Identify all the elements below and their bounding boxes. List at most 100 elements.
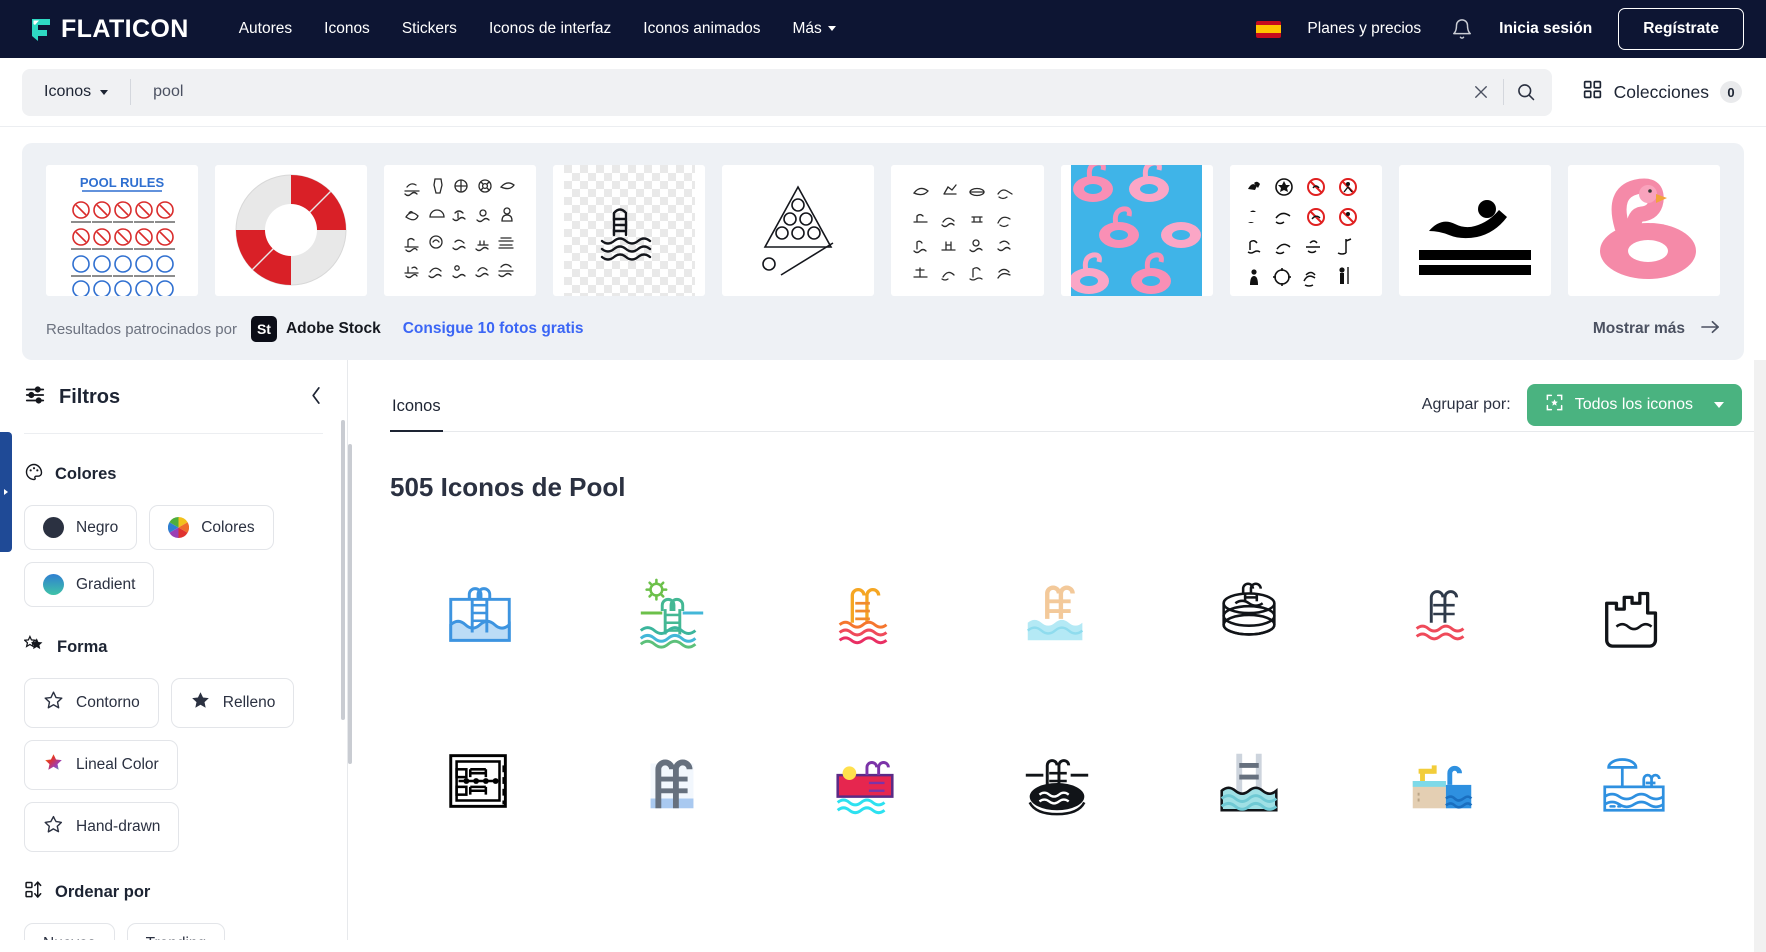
chip-hand-drawn[interactable]: Hand-drawn [24,802,180,852]
chevron-left-icon[interactable] [310,386,323,410]
collections-count-badge: 0 [1720,81,1742,103]
thumb-pool-signs[interactable] [1229,165,1382,296]
bell-icon[interactable] [1451,18,1473,40]
main-scrollbar[interactable] [348,444,352,764]
thumb-billiard-rack[interactable] [722,165,875,296]
adobe-stock-logo-icon: St [250,316,277,342]
nav-iconos-interfaz[interactable]: Iconos de interfaz [473,12,627,46]
chip-relleno[interactable]: Relleno [170,678,295,728]
chip-trending[interactable]: Trending [126,923,226,940]
show-more-button[interactable]: Mostrar más [1593,320,1720,339]
chip-colores-label: Colores [201,518,255,536]
collections-button[interactable]: Colecciones 0 [1582,79,1742,105]
icon-pool-black-oval[interactable] [961,697,1153,865]
icon-pool-chair-deck[interactable] [1345,697,1537,865]
search-type-dropdown[interactable]: Iconos [44,83,130,101]
gradient-circle-icon [43,574,64,595]
chevron-down-icon [827,26,836,32]
icon-pool-orange-waves[interactable] [769,529,961,697]
spain-flag-icon[interactable] [1256,20,1282,38]
thumb-pool-rules[interactable]: POOL RULES [46,165,199,296]
group-by-label: Agrupar por: [1421,396,1511,413]
chip-gradient-label: Gradient [76,575,136,593]
thumb-transparent-pool[interactable] [553,165,706,296]
results-main: Iconos Agrupar por: Todos los iconos 505… [348,360,1766,940]
sponsored-thumbnails: POOL RULES [46,165,1720,296]
thumb-flamingo-pattern[interactable] [1060,165,1213,296]
filter-group-ordenar-header: Ordenar por [24,880,323,905]
brand-logo[interactable]: FLATICON [26,15,189,44]
icon-pool-ladder-pink[interactable] [1345,529,1537,697]
group-by-dropdown[interactable]: Todos los iconos [1526,384,1742,426]
group-by-value: Todos los iconos [1574,396,1693,413]
chip-nuevos-label: Nuevos [43,935,96,940]
sponsored-footer: Resultados patrocinados por St Adobe Sto… [46,316,1720,348]
icon-pool-ladder-grey[interactable] [576,697,768,865]
filter-chips-colores: Negro Colores Gradient [24,505,323,607]
chip-lineal-color[interactable]: Lineal Color [24,740,178,790]
icon-pool-beige-ladder[interactable] [961,529,1153,697]
chevron-down-icon [1714,402,1724,408]
nav-mas[interactable]: Más [776,12,851,46]
nav-links: Autores Iconos Stickers Iconos de interf… [223,12,852,46]
clear-search-button[interactable] [1459,70,1503,114]
nav-iconos-animados[interactable]: Iconos animados [627,12,776,46]
page-scrollbar-track[interactable] [1754,360,1766,952]
chip-gradient[interactable]: Gradient [24,562,155,607]
nav-autores[interactable]: Autores [223,12,308,46]
sponsored-cta-link[interactable]: Consigue 10 fotos gratis [403,320,584,338]
chip-negro[interactable]: Negro [24,505,138,550]
filter-chips-ordenar: Nuevos Trending [24,923,323,940]
search-input[interactable] [131,83,1459,101]
thumb-beach-icons[interactable] [891,165,1044,296]
icon-pool-umbrella-blue[interactable] [1538,697,1730,865]
black-circle-icon [43,517,64,538]
thumb-pool-icon-set[interactable] [384,165,537,296]
chip-nuevos[interactable]: Nuevos [24,923,115,940]
chip-colores[interactable]: Colores [149,505,274,550]
chip-contorno[interactable]: Contorno [24,678,159,728]
filter-group-forma-title: Forma [57,638,108,656]
color-wheel-icon [168,517,190,538]
search-type-label: Iconos [44,83,92,100]
svg-text:POOL RULES: POOL RULES [80,175,165,190]
tab-iconos[interactable]: Iconos [390,397,443,432]
nav-stickers[interactable]: Stickers [386,12,473,46]
chip-relleno-label: Relleno [222,694,276,711]
icon-pool-plan-black[interactable] [384,697,576,865]
arrow-right-icon [1701,320,1720,339]
search-box: Iconos [22,68,1552,116]
signup-button[interactable]: Regístrate [1618,8,1744,50]
results-header: Iconos Agrupar por: Todos los iconos [348,360,1766,432]
icon-above-ground-pool[interactable] [1153,529,1345,697]
results-tabs: Iconos [390,397,443,432]
thumb-swimmer-silhouette[interactable] [1398,165,1551,296]
login-link[interactable]: Inicia sesión [1499,20,1592,38]
collections-label: Colecciones [1613,81,1709,102]
chip-lineal-color-label: Lineal Color [76,756,159,773]
icon-pool-steps-black[interactable] [1538,529,1730,697]
icon-pool-red-sun[interactable] [769,697,961,865]
filters-title: Filtros [59,386,121,408]
thumb-flamingo-float[interactable] [1567,165,1720,296]
sponsored-section: POOL RULES Resultados patrocinados por S… [0,127,1766,360]
grid-icon [1582,79,1603,105]
plans-pricing-link[interactable]: Planes y precios [1307,20,1421,38]
icon-pool-blue-lineal[interactable] [384,529,576,697]
chip-contorno-label: Contorno [76,694,140,711]
chevron-down-icon [100,89,109,95]
thumb-lifebuoy[interactable] [215,165,368,296]
icon-pool-sun-green[interactable] [576,529,768,697]
sidebar-expand-handle[interactable] [0,432,12,552]
filter-group-colores-header: Colores [24,462,323,487]
chip-hand-drawn-label: Hand-drawn [76,818,161,835]
icon-pool-ladder-teal[interactable] [1153,697,1345,865]
filter-group-ordenar-title: Ordenar por [55,883,151,901]
filter-group-colores-title: Colores [55,465,117,483]
sidebar-scrollbar[interactable] [341,420,345,720]
sponsored-by-label: Resultados patrocinados por [46,320,237,338]
flaticon-logo-icon [26,16,52,42]
nav-iconos[interactable]: Iconos [308,12,386,46]
search-submit-button[interactable] [1504,70,1548,114]
show-more-label: Mostrar más [1592,320,1685,337]
